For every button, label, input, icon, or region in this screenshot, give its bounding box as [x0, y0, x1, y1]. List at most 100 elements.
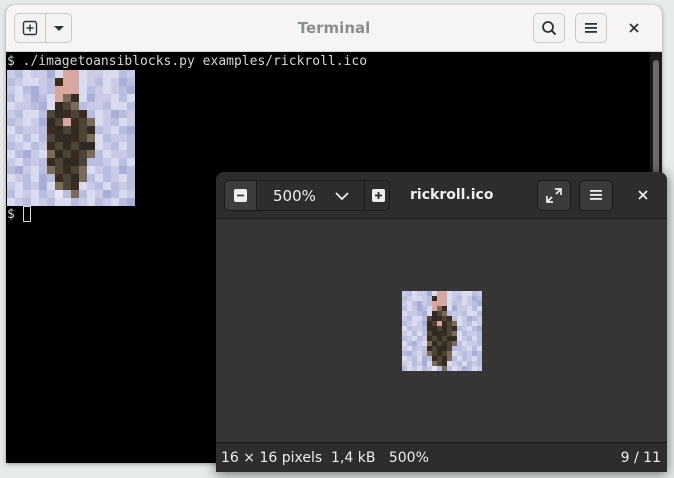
image-pixel — [472, 321, 478, 327]
image-pixel — [15, 86, 24, 95]
image-pixel — [63, 86, 72, 95]
image-pixel — [55, 190, 64, 199]
image-pixel — [412, 361, 418, 367]
image-pixel — [15, 134, 24, 143]
image-pixel — [119, 174, 128, 183]
image-pixel — [119, 134, 128, 143]
image-pixel — [407, 361, 413, 367]
image-pixel — [442, 366, 448, 371]
image-pixel — [71, 86, 80, 95]
image-pixel — [422, 361, 428, 367]
image-pixel — [103, 110, 112, 119]
image-pixel — [472, 351, 478, 357]
image-pixel — [442, 321, 448, 327]
image-pixel — [15, 78, 24, 87]
image-pixel — [452, 291, 458, 297]
image-pixel — [402, 336, 408, 342]
image-pixel — [103, 198, 112, 206]
image-pixel — [95, 134, 104, 143]
image-pixel — [447, 356, 453, 362]
image-pixel — [95, 70, 104, 79]
image-pixel — [402, 321, 408, 327]
image-pixel — [31, 102, 40, 111]
image-pixel — [47, 190, 56, 199]
image-pixel — [79, 110, 88, 119]
image-pixel — [39, 78, 48, 87]
image-pixel — [462, 321, 468, 327]
image-pixel — [79, 94, 88, 103]
image-pixel — [462, 351, 468, 357]
image-pixel — [442, 326, 448, 332]
image-pixel — [23, 150, 32, 159]
image-pixel — [412, 311, 418, 317]
image-pixel — [39, 86, 48, 95]
image-pixel — [467, 341, 473, 347]
image-pixel — [417, 301, 423, 307]
image-canvas[interactable] — [216, 219, 667, 442]
image-pixel — [462, 311, 468, 317]
chevron-down-icon — [335, 192, 349, 201]
image-pixel — [437, 311, 443, 317]
image-pixel — [111, 94, 120, 103]
image-pixel — [47, 110, 56, 119]
image-pixel — [402, 341, 408, 347]
image-pixel — [402, 361, 408, 367]
image-pixel — [422, 306, 428, 312]
image-pixel — [63, 70, 72, 79]
fullscreen-button[interactable] — [537, 180, 571, 211]
image-pixel — [437, 296, 443, 302]
image-pixel — [7, 102, 16, 111]
image-pixel — [47, 166, 56, 175]
terminal-headerbar: Terminal — [6, 5, 662, 52]
image-pixel — [457, 341, 463, 347]
image-viewer-window[interactable]: 500% rickroll.ico 16 × 16 pixels 1,4 kB … — [216, 172, 667, 472]
image-pixel — [15, 174, 24, 183]
image-pixel — [23, 70, 32, 79]
image-pixel — [87, 110, 96, 119]
image-pixel — [95, 198, 104, 206]
image-pixel — [457, 351, 463, 357]
scrollbar-thumb[interactable] — [653, 60, 659, 180]
image-pixel — [7, 134, 16, 143]
viewer-menu-button[interactable] — [579, 180, 613, 211]
image-pixel — [111, 142, 120, 151]
terminal-menu-button[interactable] — [575, 13, 607, 43]
image-pixel — [477, 346, 482, 352]
image-pixel — [472, 291, 478, 297]
image-pixel — [15, 166, 24, 175]
image-pixel — [402, 331, 408, 337]
image-pixel — [95, 102, 104, 111]
zoom-in-button[interactable] — [364, 181, 391, 210]
image-pixel — [432, 346, 438, 352]
image-pixel — [119, 70, 128, 79]
search-button[interactable] — [533, 13, 565, 43]
image-pixel — [127, 142, 135, 151]
image-pixel — [39, 166, 48, 175]
image-pixel — [79, 126, 88, 135]
zoom-level[interactable]: 500% — [273, 187, 316, 205]
image-pixel — [15, 102, 24, 111]
image-pixel — [87, 150, 96, 159]
image-pixel — [87, 198, 96, 206]
image-pixel — [427, 301, 433, 307]
image-pixel — [422, 346, 428, 352]
close-icon — [638, 190, 648, 200]
image-pixel — [7, 166, 16, 175]
zoom-out-button[interactable] — [225, 181, 257, 210]
image-pixel — [95, 174, 104, 183]
viewer-close-button[interactable] — [632, 184, 654, 206]
image-pixel — [422, 311, 428, 317]
image-pixel — [407, 341, 413, 347]
zoom-dropdown-button[interactable] — [333, 187, 351, 205]
image-pixel — [442, 356, 448, 362]
image-pixel — [87, 182, 96, 191]
image-pixel — [71, 102, 80, 111]
image-pixel — [127, 198, 135, 206]
image-pixel — [47, 182, 56, 191]
image-pixel — [79, 150, 88, 159]
image-pixel — [79, 198, 88, 206]
terminal-close-button[interactable] — [622, 16, 646, 40]
image-pixel — [407, 291, 413, 297]
image-pixel — [119, 142, 128, 151]
image-pixel — [31, 182, 40, 191]
